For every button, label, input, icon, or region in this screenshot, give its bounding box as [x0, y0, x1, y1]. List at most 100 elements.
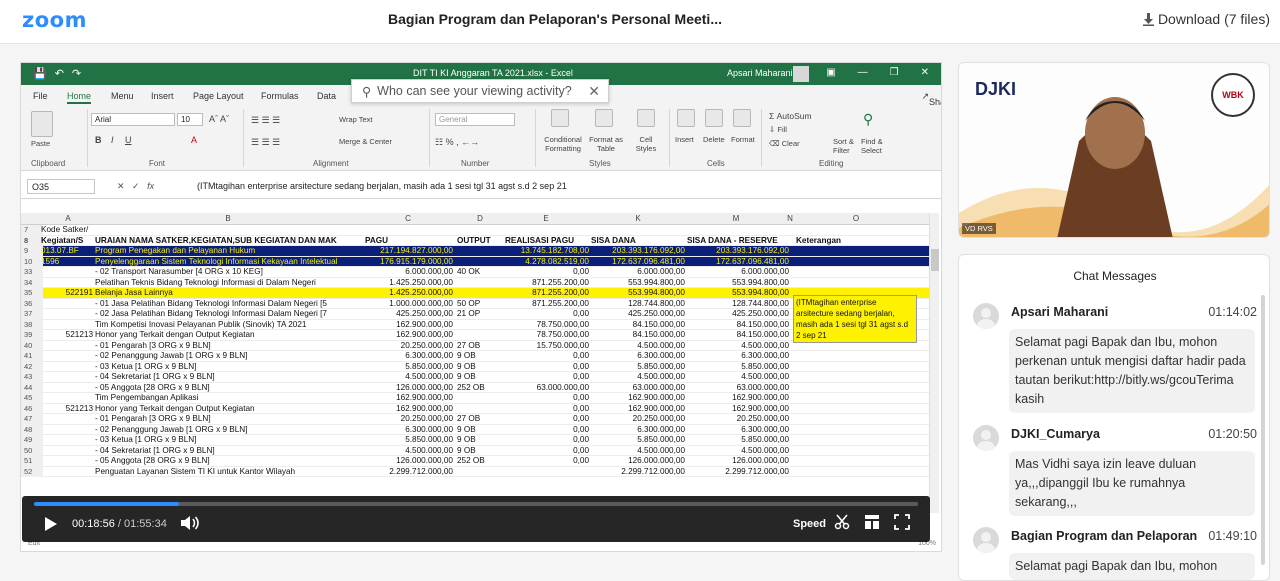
cell-k[interactable]: 84.150.000,00 [591, 320, 685, 331]
cell-b[interactable]: - 04 Sekretariat [1 ORG x 9 BLN] [95, 372, 361, 383]
cell-e[interactable]: 0,00 [505, 267, 589, 278]
spreadsheet-grid[interactable]: A B C D E K M N O 7 Kode Satker/ 8 Kegia… [21, 213, 929, 543]
cell-a[interactable]: 522191 [41, 288, 93, 299]
cell-k[interactable]: 4.500.000,00 [591, 341, 685, 352]
cell-styles-button[interactable]: Cell Styles [631, 135, 661, 153]
cell-m[interactable]: 172.637.096.481,00 [687, 257, 789, 268]
col-header-d[interactable]: D [473, 214, 487, 223]
cell-c[interactable]: 425.250.000,00 [361, 309, 453, 320]
cell-b[interactable]: Belanja Jasa Lainnya [95, 288, 361, 299]
cell-b[interactable]: - 01 Pengarah [3 ORG x 9 BLN] [95, 341, 361, 352]
cell-k[interactable]: 553.994.800,00 [591, 288, 685, 299]
cell-d[interactable]: 27 OB [457, 341, 505, 352]
cell-a[interactable]: Kode Satker/ [41, 225, 113, 236]
delete-cells-icon[interactable] [705, 109, 723, 127]
cell-k[interactable]: 20.250.000,00 [591, 414, 685, 425]
percent-icon[interactable]: ☷ % , ←→ [435, 137, 479, 148]
align-left-icon[interactable]: ☰ ☰ ☰ [251, 137, 280, 148]
cell-m[interactable]: 203.393.176.092,00 [687, 246, 789, 257]
tab-page-layout[interactable]: Page Layout [193, 91, 244, 101]
cell-m[interactable]: 20.250.000,00 [687, 414, 789, 425]
align-top-icon[interactable]: ☰ ☰ ☰ [251, 115, 280, 126]
cell-m[interactable]: 162.900.000,00 [687, 393, 789, 404]
cell-b[interactable]: - 01 Pengarah [3 ORG x 9 BLN] [95, 414, 361, 425]
fullscreen-button[interactable] [894, 514, 910, 535]
number-format-select[interactable]: General [435, 113, 515, 126]
cell-e[interactable]: 0,00 [505, 372, 589, 383]
cell-d[interactable]: 252 OB [457, 456, 505, 467]
autosum-button[interactable]: Σ AutoSum [769, 111, 812, 121]
cell-e[interactable]: 15.750.000,00 [505, 341, 589, 352]
gallery-button[interactable] [864, 514, 880, 535]
cell-a[interactable]: 521213 [41, 330, 93, 341]
cell-d[interactable]: 9 OB [457, 425, 505, 436]
insert-cells-button[interactable]: Insert [675, 135, 694, 144]
cell-c[interactable]: 20.250.000,00 [361, 341, 453, 352]
col-header-k[interactable]: K [631, 214, 645, 223]
col-header-m[interactable]: M [729, 214, 743, 223]
cell-m[interactable]: 553.994.800,00 [687, 288, 789, 299]
formula-input[interactable]: (ITMtagihan enterprise arsitecture sedan… [197, 181, 567, 191]
insert-cells-icon[interactable] [677, 109, 695, 127]
cell-b[interactable]: - 02 Jasa Pelatihan Bidang Teknologi Inf… [95, 309, 361, 320]
cell-k[interactable]: 162.900.000,00 [591, 393, 685, 404]
cell-m[interactable]: 84.150.000,00 [687, 330, 789, 341]
cell-b[interactable]: - 03 Ketua [1 ORG x 9 BLN] [95, 435, 361, 446]
tab-formulas[interactable]: Formulas [261, 91, 299, 101]
cell-m[interactable]: 553.994.800,00 [687, 278, 789, 289]
chat-scrollbar[interactable] [1261, 295, 1265, 565]
cell-k[interactable]: 162.900.000,00 [591, 404, 685, 415]
cell-c[interactable]: 6.000.000,00 [361, 267, 453, 278]
vertical-scrollbar[interactable] [929, 213, 939, 513]
scrollbar-thumb[interactable] [931, 249, 939, 271]
cell-e[interactable]: 0,00 [505, 309, 589, 320]
cell-e[interactable]: 0,00 [505, 404, 589, 415]
cell-d[interactable]: 9 OB [457, 362, 505, 373]
cell-c[interactable]: 5.850.000,00 [361, 362, 453, 373]
cell-d[interactable]: 50 OP [457, 299, 505, 310]
cell-k[interactable]: 6.000.000,00 [591, 267, 685, 278]
merge-center-button[interactable]: Merge & Center [339, 137, 392, 146]
cell-e[interactable]: 871.255.200,00 [505, 288, 589, 299]
cell-b[interactable]: Penyelenggaraan Sistem Teknologi Informa… [95, 257, 361, 268]
cell-m[interactable]: 84.150.000,00 [687, 320, 789, 331]
cell-e[interactable]: REALISASI PAGU [505, 236, 589, 247]
cell-a[interactable]: 013.07.BF [41, 246, 93, 257]
cell-d[interactable]: 40 OK [457, 267, 505, 278]
font-grow-icon[interactable]: Aˆ Aˇ [209, 114, 229, 124]
cell-e[interactable]: 871.255.200,00 [505, 299, 589, 310]
col-header-o[interactable]: O [849, 214, 863, 223]
cell-b[interactable]: Penguatan Layanan Sistem TI KI untuk Kan… [95, 467, 361, 478]
cell-c[interactable]: 4.500.000,00 [361, 446, 453, 457]
col-header-c[interactable]: C [401, 214, 415, 223]
formula-icons[interactable]: ✕ ✓ fx [117, 181, 154, 192]
cell-d[interactable]: 252 OB [457, 383, 505, 394]
find-select-button[interactable]: Find & Select [861, 137, 901, 155]
play-button[interactable] [44, 516, 58, 537]
cell-c[interactable]: 217.194.827.000,00 [361, 246, 453, 257]
cell-b[interactable]: - 04 Sekretariat [1 ORG x 9 BLN] [95, 446, 361, 457]
font-color-icon[interactable]: A [191, 135, 197, 145]
name-box[interactable]: O35 [27, 179, 95, 194]
conditional-format-icon[interactable] [551, 109, 569, 127]
cell-c[interactable]: 126.000.000,00 [361, 383, 453, 394]
cell-b[interactable]: - 05 Anggota [28 ORG x 9 BLN] [95, 456, 361, 467]
cell-c[interactable]: 126.000.000,00 [361, 456, 453, 467]
download-button[interactable]: Download (7 files) [1143, 11, 1270, 27]
cell-m[interactable]: 128.744.800,00 [687, 299, 789, 310]
cell-c[interactable]: 162.900.000,00 [361, 330, 453, 341]
cell-m[interactable]: 63.000.000,00 [687, 383, 789, 394]
cell-d[interactable]: 21 OP [457, 309, 505, 320]
cell-c[interactable]: 6.300.000,00 [361, 351, 453, 362]
cell-a[interactable]: 1596 [41, 257, 93, 268]
cell-b[interactable]: Honor yang Terkait dengan Output Kegiata… [95, 404, 361, 415]
speed-button[interactable]: Speed [793, 518, 826, 530]
cell-m[interactable]: 6.000.000,00 [687, 267, 789, 278]
cell-k[interactable]: 63.000.000,00 [591, 383, 685, 394]
maximize-icon[interactable]: ❐ [890, 67, 899, 78]
cell-e[interactable]: 78.750.000,00 [505, 320, 589, 331]
cell-k[interactable]: 172.637.096.481,00 [591, 257, 685, 268]
cell-c[interactable]: 1.425.250.000,00 [361, 278, 453, 289]
cell-b[interactable]: - 05 Anggota [28 ORG x 9 BLN] [95, 383, 361, 394]
italic-icon[interactable]: I [111, 135, 114, 145]
